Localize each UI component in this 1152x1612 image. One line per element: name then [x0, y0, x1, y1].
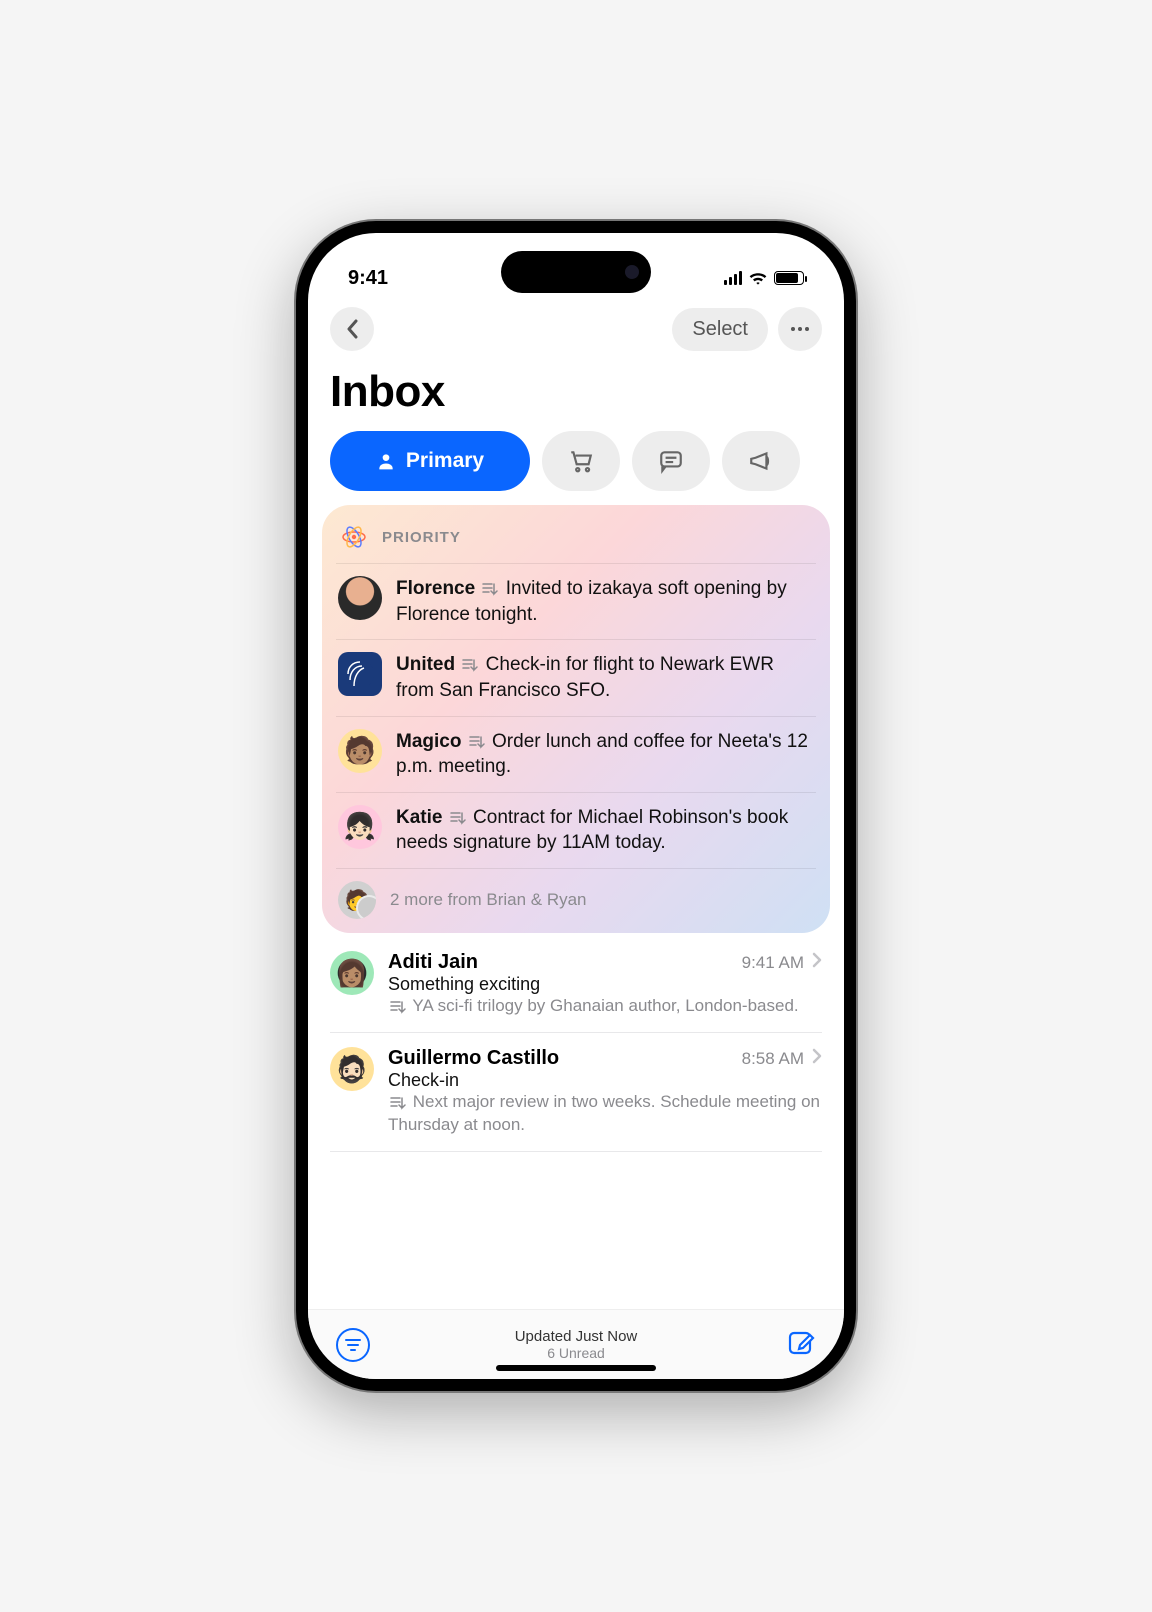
battery-icon: [774, 271, 804, 285]
message-from: Guillermo Castillo: [388, 1047, 734, 1070]
phone-screen: 9:41 Select Inbox Primar: [308, 233, 844, 1379]
summary-icon: [469, 735, 485, 749]
megaphone-icon: [748, 448, 774, 474]
cart-icon: [568, 448, 594, 474]
back-button[interactable]: [330, 307, 374, 351]
priority-more-label: 2 more from Brian & Ryan: [390, 890, 587, 910]
select-button[interactable]: Select: [672, 308, 768, 351]
chevron-right-icon: [812, 952, 822, 973]
priority-item[interactable]: Florence Invited to izakaya soft opening…: [336, 563, 816, 639]
message-time: 8:58 AM: [742, 1049, 804, 1069]
avatar: 🧔🏻: [330, 1047, 374, 1091]
nav-bar: Select: [308, 303, 844, 355]
priority-sender: United: [396, 654, 455, 675]
chat-icon: [658, 448, 684, 474]
avatar: [338, 576, 382, 620]
person-icon: [376, 451, 396, 471]
priority-more[interactable]: 🧑 2 more from Brian & Ryan: [336, 868, 816, 923]
tab-shopping[interactable]: [542, 431, 620, 491]
priority-text: Katie Contract for Michael Robinson's bo…: [396, 805, 814, 856]
united-logo-icon: [342, 656, 378, 692]
summary-icon: [390, 1000, 406, 1014]
priority-text: Magico Order lunch and coffee for Neeta'…: [396, 729, 814, 780]
avatar: 👩🏽: [330, 951, 374, 995]
message-item[interactable]: 👩🏽 Aditi Jain 9:41 AM Something exciting…: [330, 937, 822, 1033]
priority-sender: Florence: [396, 578, 475, 599]
message-list: 👩🏽 Aditi Jain 9:41 AM Something exciting…: [322, 933, 830, 1152]
message-item[interactable]: 🧔🏻 Guillermo Castillo 8:58 AM Check-in N…: [330, 1033, 822, 1152]
more-button[interactable]: [778, 307, 822, 351]
priority-item[interactable]: 🧑🏽 Magico Order lunch and coffee for Nee…: [336, 716, 816, 792]
priority-item[interactable]: United Check-in for flight to Newark EWR…: [336, 639, 816, 715]
message-preview: YA sci-fi trilogy by Ghanaian author, Lo…: [388, 995, 822, 1018]
summary-icon: [450, 811, 466, 825]
message-time: 9:41 AM: [742, 953, 804, 973]
avatar: 👧🏻: [338, 805, 382, 849]
dynamic-island: [501, 251, 651, 293]
page-title: Inbox: [308, 355, 844, 431]
message-from: Aditi Jain: [388, 951, 734, 974]
status-right: [724, 270, 804, 286]
summary-icon: [462, 658, 478, 672]
intelligence-icon: [340, 523, 368, 551]
category-tabs: Primary: [308, 431, 844, 505]
priority-text: United Check-in for flight to Newark EWR…: [396, 652, 814, 703]
message-subject: Something exciting: [388, 974, 822, 995]
priority-sender: Magico: [396, 731, 461, 752]
message-preview-text: Next major review in two weeks. Schedule…: [388, 1092, 820, 1134]
priority-card[interactable]: PRIORITY Florence Invited to izakaya sof…: [322, 505, 830, 933]
tab-promotions[interactable]: [722, 431, 800, 491]
status-line: Updated Just Now: [308, 1328, 844, 1345]
status-time: 9:41: [348, 267, 388, 290]
message-subject: Check-in: [388, 1070, 822, 1091]
toolbar-status: Updated Just Now 6 Unread: [308, 1328, 844, 1361]
summary-icon: [390, 1096, 406, 1110]
priority-heading-label: PRIORITY: [382, 529, 461, 546]
home-indicator[interactable]: [496, 1365, 656, 1371]
chevron-left-icon: [345, 319, 359, 339]
wifi-icon: [748, 270, 768, 286]
message-preview-text: YA sci-fi trilogy by Ghanaian author, Lo…: [412, 996, 798, 1015]
avatar: [338, 652, 382, 696]
avatar: 🧑🏽: [338, 729, 382, 773]
unread-line: 6 Unread: [308, 1345, 844, 1361]
priority-sender: Katie: [396, 807, 442, 828]
summary-icon: [482, 582, 498, 596]
chevron-right-icon: [812, 1048, 822, 1069]
message-preview: Next major review in two weeks. Schedule…: [388, 1091, 822, 1137]
tab-primary[interactable]: Primary: [330, 431, 530, 491]
ellipsis-icon: [790, 326, 810, 332]
tab-updates[interactable]: [632, 431, 710, 491]
priority-text: Florence Invited to izakaya soft opening…: [396, 576, 814, 627]
avatar-stack: 🧑: [338, 881, 376, 919]
priority-item[interactable]: 👧🏻 Katie Contract for Michael Robinson's…: [336, 792, 816, 868]
cellular-icon: [724, 271, 742, 285]
phone-frame: 9:41 Select Inbox Primar: [296, 221, 856, 1391]
tab-primary-label: Primary: [406, 449, 484, 473]
content-area[interactable]: PRIORITY Florence Invited to izakaya sof…: [308, 505, 844, 1309]
priority-header: PRIORITY: [336, 519, 816, 563]
